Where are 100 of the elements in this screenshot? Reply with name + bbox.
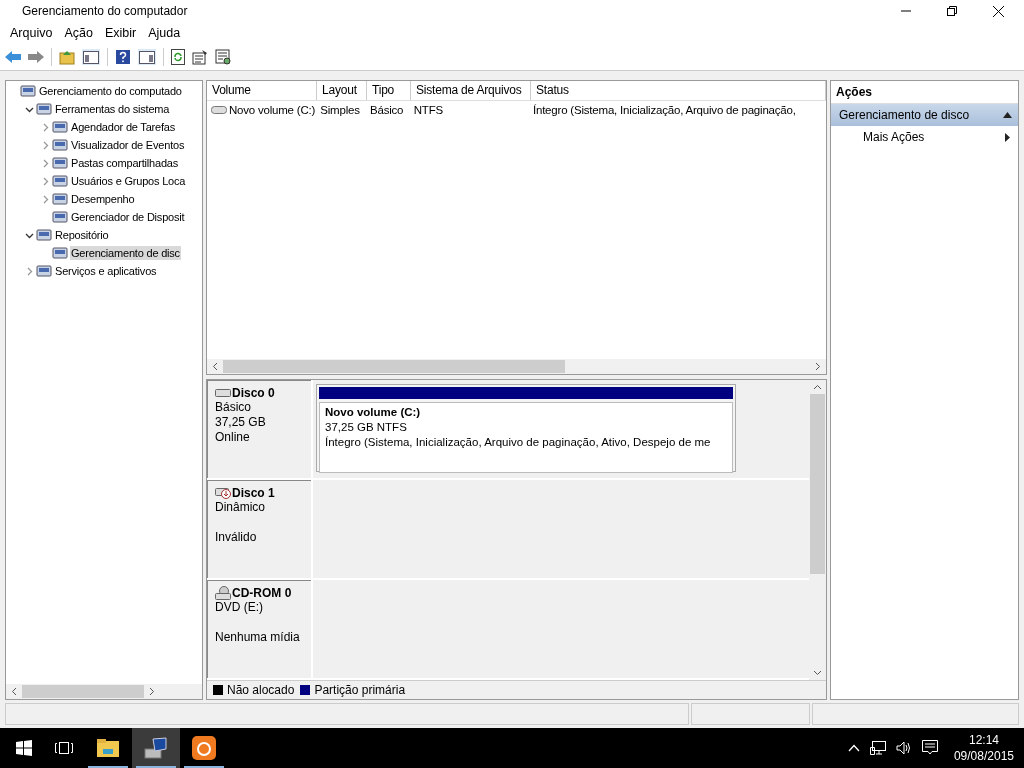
- disk-detail: DVD (E:): [215, 600, 264, 615]
- table-cell-text: Novo volume (C:): [228, 104, 317, 116]
- column-header[interactable]: Volume: [207, 81, 317, 100]
- speaker-icon[interactable]: [895, 741, 912, 755]
- taskbar-app[interactable]: [132, 728, 180, 768]
- node-icon: [52, 173, 68, 189]
- disk-name: Disco 0: [232, 386, 275, 400]
- disk-status: Inválido: [215, 530, 258, 545]
- node-icon: [36, 101, 52, 117]
- help-icon[interactable]: [115, 49, 131, 65]
- scroll-up-icon[interactable]: [813, 384, 822, 390]
- notifications-icon[interactable]: [921, 740, 938, 756]
- partition-name: Novo volume (C:): [325, 405, 422, 420]
- legend-label: Partição primária: [314, 683, 406, 697]
- tree-item[interactable]: Desempenho: [70, 192, 136, 206]
- table-cell-text: Básico: [370, 104, 405, 116]
- table-cell-text: Simples: [320, 104, 361, 116]
- optical-drive-icon: [215, 586, 231, 600]
- disk-status: Nenhuma mídia: [215, 630, 301, 645]
- column-header[interactable]: Sistema de Arquivos: [411, 81, 531, 100]
- drive-icon: [211, 105, 227, 115]
- legend-label: Não alocado: [227, 683, 295, 697]
- expand-chevron-icon[interactable]: [41, 158, 50, 168]
- expand-chevron-icon[interactable]: [41, 176, 50, 186]
- submenu-arrow-icon: [1005, 132, 1010, 142]
- disk-info-panel[interactable]: Disco 1 Dinâmico Inválido: [207, 480, 313, 578]
- tree-item[interactable]: Usuários e Grupos Loca: [70, 174, 187, 188]
- disk-name: CD-ROM 0: [232, 586, 292, 600]
- pane-icon[interactable]: [138, 49, 156, 65]
- menu-item[interactable]: Exibir: [98, 26, 143, 40]
- node-icon: [36, 263, 52, 279]
- actions-section[interactable]: Gerenciamento de disco: [831, 104, 1018, 126]
- node-icon: [36, 227, 52, 243]
- disk-status: Online: [215, 430, 251, 445]
- horizontal-scrollbar[interactable]: [6, 684, 202, 699]
- task-view-icon[interactable]: [54, 740, 74, 756]
- expand-chevron-icon[interactable]: [41, 194, 50, 204]
- partition-status: Íntegro (Sistema, Inicialização, Arquivo de paginação, Ativo, Despejo de me: [325, 435, 712, 450]
- menu-item[interactable]: Ajuda: [142, 26, 187, 40]
- menu-item[interactable]: Ação: [58, 26, 99, 40]
- browser-icon: [192, 736, 216, 760]
- scroll-down-icon[interactable]: [813, 670, 822, 676]
- node-icon: [52, 245, 68, 261]
- folder-icon: [97, 739, 119, 757]
- clock-date[interactable]: 09/08/2015: [953, 748, 1014, 764]
- node-icon: [52, 137, 68, 153]
- table-cell-text: Íntegro (Sistema, Inicialização, Arquivo de paginação,: [532, 104, 797, 116]
- computer-management-icon: [144, 737, 168, 759]
- settings-icon[interactable]: [215, 49, 231, 65]
- menu-item[interactable]: Arquivo: [4, 26, 59, 40]
- tree-item[interactable]: Visualizador de Eventos: [70, 138, 186, 152]
- node-icon: [52, 155, 68, 171]
- restore-icon[interactable]: [947, 6, 957, 16]
- network-icon[interactable]: [869, 741, 886, 755]
- expand-chevron-icon[interactable]: [41, 140, 50, 150]
- tree-item[interactable]: Gerenciamento do computado: [38, 84, 183, 98]
- close-icon[interactable]: [993, 5, 1004, 17]
- horizontal-scrollbar[interactable]: [207, 359, 826, 374]
- column-header[interactable]: Layout: [317, 81, 367, 100]
- expand-chevron-icon[interactable]: [41, 122, 50, 132]
- partition-block[interactable]: Novo volume (C:) 37,25 GB NTFS Íntegro (Sistema, Inicialização, Arquivo de paginação, Ativo, Despejo de me: [316, 384, 736, 472]
- disk-drive-icon: [215, 388, 231, 398]
- back-icon[interactable]: [5, 50, 21, 64]
- partition-size: 37,25 GB NTFS: [325, 420, 408, 435]
- disk-info-panel[interactable]: CD-ROM 0 DVD (E:) Nenhuma mídia: [207, 580, 313, 678]
- pane-icon[interactable]: [82, 49, 100, 65]
- windows-start-icon[interactable]: [16, 740, 32, 756]
- tree-item[interactable]: Ferramentas do sistema: [54, 102, 171, 116]
- scroll-left-icon[interactable]: [212, 362, 218, 371]
- column-header[interactable]: Status: [531, 81, 826, 100]
- scroll-right-icon[interactable]: [149, 687, 155, 696]
- node-icon: [52, 191, 68, 207]
- table-cell-text: NTFS: [413, 104, 444, 116]
- properties-icon[interactable]: [192, 49, 208, 65]
- forward-icon[interactable]: [28, 50, 44, 64]
- disk-info-panel[interactable]: Disco 0 Básico 37,25 GB Online: [207, 380, 313, 478]
- node-icon: [20, 83, 36, 99]
- column-header[interactable]: Tipo: [367, 81, 411, 100]
- disk-name: Disco 1: [232, 486, 275, 500]
- refresh-icon[interactable]: [171, 49, 185, 65]
- disk-detail: Básico: [215, 400, 253, 415]
- node-icon: [52, 209, 68, 225]
- tree-item[interactable]: Repositório: [54, 228, 110, 242]
- tree-item[interactable]: Serviços e aplicativos: [54, 264, 158, 278]
- folder-up-icon[interactable]: [59, 49, 75, 65]
- tree-item[interactable]: Agendador de Tarefas: [70, 120, 177, 134]
- disk-detail: Dinâmico: [215, 500, 266, 515]
- node-icon: [52, 119, 68, 135]
- tree-item[interactable]: Pastas compartilhadas: [70, 156, 180, 170]
- expand-chevron-icon[interactable]: [25, 266, 34, 276]
- disk-detail: 37,25 GB: [215, 415, 267, 430]
- scroll-left-icon[interactable]: [11, 687, 17, 696]
- tree-item[interactable]: Gerenciador de Disposit: [70, 210, 186, 224]
- chevron-up-icon[interactable]: [847, 744, 860, 752]
- window-title: Gerenciamento do computador: [22, 4, 189, 18]
- scroll-right-icon[interactable]: [815, 362, 821, 371]
- clock-time[interactable]: 12:14: [968, 732, 999, 748]
- collapse-triangle-icon[interactable]: [1003, 112, 1012, 118]
- tree-item[interactable]: Gerenciamento de disc: [70, 246, 181, 260]
- action-item[interactable]: Mais Ações: [831, 126, 1018, 148]
